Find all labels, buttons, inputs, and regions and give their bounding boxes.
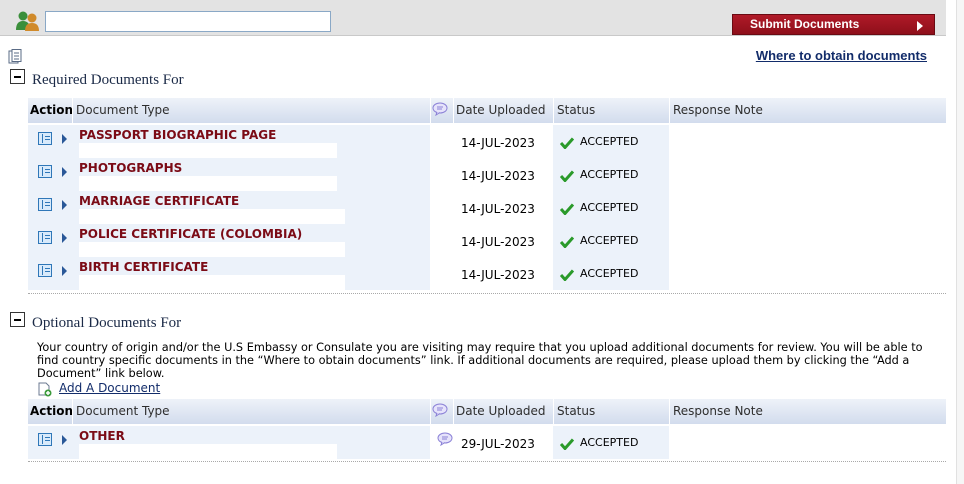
header-action: Action <box>30 404 74 418</box>
expand-row-arrow-icon[interactable] <box>62 435 67 445</box>
status-badge: ACCEPTED <box>580 436 639 449</box>
date-uploaded: 14-JUL-2023 <box>461 136 535 150</box>
expand-row-arrow-icon[interactable] <box>62 200 67 210</box>
document-type: MARRIAGE CERTIFICATE <box>79 194 240 208</box>
date-uploaded: 14-JUL-2023 <box>461 235 535 249</box>
status-badge: ACCEPTED <box>580 201 639 214</box>
date-uploaded: 14-JUL-2023 <box>461 202 535 216</box>
comment-icon <box>432 403 448 417</box>
document-type: BIRTH CERTIFICATE <box>79 260 209 274</box>
header-response-note: Response Note <box>673 404 763 418</box>
header-status: Status <box>557 404 596 418</box>
table-row: POLICE CERTIFICATE (COLOMBIA) 14-JUL-202… <box>28 224 946 257</box>
page-icon <box>8 49 22 64</box>
document-icon[interactable] <box>38 231 52 244</box>
check-icon <box>560 137 574 149</box>
document-icon[interactable] <box>38 264 52 277</box>
status-badge: ACCEPTED <box>580 267 639 280</box>
date-uploaded: 29-JUL-2023 <box>461 437 535 451</box>
expand-row-arrow-icon[interactable] <box>62 266 67 276</box>
status-badge: ACCEPTED <box>580 234 639 247</box>
header-date-uploaded: Date Uploaded <box>456 103 546 117</box>
table-row: MARRIAGE CERTIFICATE 14-JUL-2023 ACCEPTE… <box>28 191 946 224</box>
where-to-obtain-documents-link[interactable]: Where to obtain documents <box>756 48 927 63</box>
check-icon <box>560 170 574 182</box>
add-a-document-link[interactable]: Add A Document <box>59 381 160 395</box>
document-icon[interactable] <box>38 433 52 446</box>
comment-icon <box>432 102 448 116</box>
document-type: OTHER <box>79 429 125 443</box>
search-input[interactable] <box>45 11 331 32</box>
optional-section-title: Optional Documents For <box>32 315 182 331</box>
check-icon <box>560 203 574 215</box>
document-icon[interactable] <box>38 132 52 145</box>
check-icon <box>560 236 574 248</box>
table-row: PASSPORT BIOGRAPHIC PAGE 14-JUL-2023 ACC… <box>28 125 946 158</box>
submit-documents-label: Submit Documents <box>750 17 860 31</box>
required-section-title: Required Documents For <box>32 72 184 88</box>
status-badge: ACCEPTED <box>580 168 639 181</box>
table-header: Action Document Type Date Uploaded Statu… <box>28 399 946 424</box>
document-icon[interactable] <box>38 165 52 178</box>
document-icon[interactable] <box>38 198 52 211</box>
submit-documents-button[interactable]: Submit Documents <box>732 14 935 35</box>
chevron-right-icon <box>917 21 923 31</box>
check-icon <box>560 269 574 281</box>
section-divider <box>28 461 946 462</box>
header-document-type: Document Type <box>76 103 170 117</box>
check-icon <box>560 438 574 450</box>
comment-icon[interactable] <box>437 432 453 446</box>
document-type: POLICE CERTIFICATE (COLOMBIA) <box>79 227 303 241</box>
required-collapse-toggle[interactable] <box>10 69 25 84</box>
scrollbar-track[interactable] <box>956 0 964 484</box>
optional-description: Your country of origin and/or the U.S Em… <box>37 341 923 380</box>
date-uploaded: 14-JUL-2023 <box>461 268 535 282</box>
status-badge: ACCEPTED <box>580 135 639 148</box>
section-divider <box>28 293 946 294</box>
optional-collapse-toggle[interactable] <box>10 312 25 327</box>
users-icon <box>16 11 39 31</box>
document-type: PHOTOGRAPHS <box>79 161 183 175</box>
header-date-uploaded: Date Uploaded <box>456 404 546 418</box>
header-status: Status <box>557 103 596 117</box>
table-row: PHOTOGRAPHS 14-JUL-2023 ACCEPTED <box>28 158 946 191</box>
date-uploaded: 14-JUL-2023 <box>461 169 535 183</box>
table-header: Action Document Type Date Uploaded Statu… <box>28 98 946 123</box>
table-row: OTHER 29-JUL-2023 ACCEPTED <box>28 426 946 459</box>
header-document-type: Document Type <box>76 404 170 418</box>
expand-row-arrow-icon[interactable] <box>62 167 67 177</box>
table-row: BIRTH CERTIFICATE 14-JUL-2023 ACCEPTED <box>28 257 946 290</box>
top-toolbar: Submit Documents <box>0 0 946 36</box>
header-action: Action <box>30 103 74 117</box>
add-document-icon[interactable] <box>38 382 52 397</box>
expand-row-arrow-icon[interactable] <box>62 233 67 243</box>
expand-row-arrow-icon[interactable] <box>62 134 67 144</box>
header-response-note: Response Note <box>673 103 763 117</box>
document-type: PASSPORT BIOGRAPHIC PAGE <box>79 128 277 142</box>
